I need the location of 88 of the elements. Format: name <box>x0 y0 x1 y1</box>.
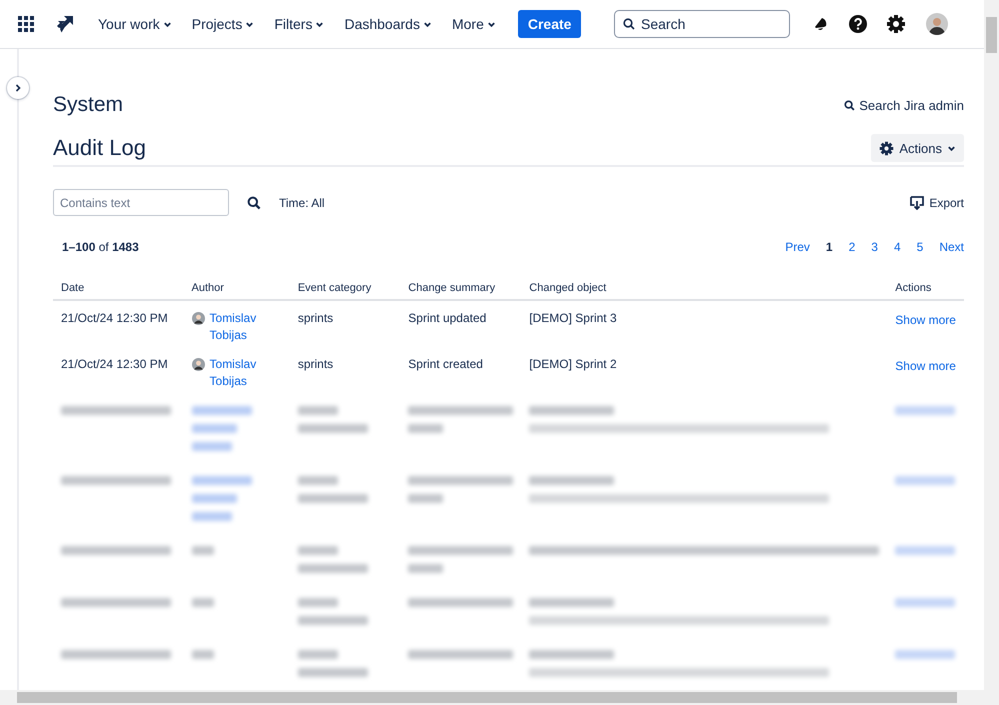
gear-icon <box>879 140 894 156</box>
app-grid-icon[interactable] <box>18 16 34 32</box>
blurred-text <box>192 494 237 503</box>
column-header: Date <box>53 282 184 300</box>
blurred-text <box>298 616 368 625</box>
page-link[interactable]: 4 <box>894 240 901 254</box>
time-filter[interactable]: Time: All <box>279 196 325 210</box>
nav-menu-item[interactable]: Filters <box>266 8 332 40</box>
show-more-link[interactable]: Show more <box>895 358 956 375</box>
search-icon[interactable] <box>247 196 261 210</box>
next-page-link[interactable]: Next <box>939 240 964 254</box>
chevron-down-icon <box>486 20 496 28</box>
page-link[interactable]: 5 <box>916 240 924 254</box>
blurred-text <box>192 406 252 415</box>
blurred-text <box>895 476 956 485</box>
blurred-text <box>192 512 232 521</box>
blurred-text <box>298 668 368 677</box>
show-more-link[interactable]: Show more <box>895 312 956 329</box>
blurred-text <box>408 494 444 503</box>
export-icon <box>910 196 924 210</box>
table-cell: Sprint updated <box>400 300 522 347</box>
horizontal-scrollbar[interactable] <box>0 690 999 705</box>
column-header: Actions <box>887 282 964 300</box>
avatar-icon <box>192 358 205 371</box>
blurred-text <box>298 406 338 415</box>
chevron-down-icon <box>315 20 324 28</box>
table-cell-text: sprints <box>296 356 334 373</box>
nav-menu-item[interactable]: Your work <box>90 8 180 40</box>
blurred-text <box>298 494 368 503</box>
blurred-text <box>298 650 338 659</box>
chevron-down-icon <box>422 20 432 28</box>
blurred-text <box>192 546 214 555</box>
blurred-text <box>192 424 237 433</box>
chevron-down-icon <box>162 20 172 28</box>
chevron-right-icon <box>14 84 22 92</box>
create-button[interactable]: Create <box>518 10 582 38</box>
page-link[interactable]: 3 <box>871 240 878 254</box>
actions-button[interactable]: Actions <box>871 134 964 162</box>
blurred-text <box>298 564 368 573</box>
blurred-text <box>298 424 368 433</box>
vertical-scrollbar[interactable] <box>984 0 999 690</box>
blurred-text <box>895 406 956 415</box>
chevron-down-icon <box>245 20 254 28</box>
blurred-text <box>298 546 338 555</box>
avatar-icon <box>192 312 205 325</box>
text-filter-field[interactable]: Contains text <box>53 189 229 216</box>
search-admin-link[interactable]: Search Jira admin <box>844 98 964 112</box>
search-icon <box>623 18 635 30</box>
blurred-text <box>298 476 338 485</box>
blurred-text <box>298 598 338 607</box>
column-header: Change summary <box>400 282 522 300</box>
chevron-down-icon <box>947 144 956 152</box>
help-icon[interactable] <box>848 14 868 34</box>
export-link[interactable]: Export <box>910 196 964 210</box>
table-cell: 21/Oct/24 12:30 PM <box>53 300 184 347</box>
table-cell-text: [DEMO] Sprint 2 <box>528 356 618 373</box>
page-link[interactable]: 2 <box>848 240 856 254</box>
blurred-text <box>895 546 956 555</box>
blurred-text <box>895 650 956 659</box>
column-header: Author <box>184 282 290 300</box>
blurred-text <box>895 598 956 607</box>
author-link[interactable]: Tomislav Tobijas <box>192 356 282 390</box>
blurred-text <box>192 650 214 659</box>
table-cell: sprints <box>290 300 400 347</box>
settings-icon[interactable] <box>886 14 906 34</box>
blurred-text <box>192 476 252 485</box>
nav-menu-item[interactable]: Dashboards <box>336 8 440 40</box>
section-heading: System <box>53 93 124 117</box>
column-header: Event category <box>290 282 400 300</box>
blurred-text <box>408 564 444 573</box>
page-title: Audit Log <box>53 135 146 161</box>
search-icon <box>844 100 856 110</box>
nav-menu-item[interactable]: Projects <box>184 8 262 40</box>
user-avatar[interactable] <box>926 13 948 35</box>
column-header: Changed object <box>521 282 888 300</box>
author-link[interactable]: Tomislav Tobijas <box>192 310 282 344</box>
blurred-text <box>408 424 444 433</box>
nav-menu-item[interactable]: More <box>444 8 504 40</box>
table-cell-text: 21/Oct/24 12:30 PM <box>60 356 169 373</box>
page-link[interactable]: 1 <box>826 240 833 254</box>
table-cell: [DEMO] Sprint 3 <box>521 300 888 347</box>
prev-page-link[interactable]: Prev <box>785 240 810 254</box>
blurred-text <box>192 442 232 451</box>
table-cell-text: Sprint created <box>407 356 484 373</box>
result-range: 1–100 of 1483 <box>62 240 139 254</box>
sidebar-expand-button[interactable] <box>7 77 29 99</box>
blurred-text <box>192 598 214 607</box>
search-field[interactable]: Search <box>614 10 790 38</box>
